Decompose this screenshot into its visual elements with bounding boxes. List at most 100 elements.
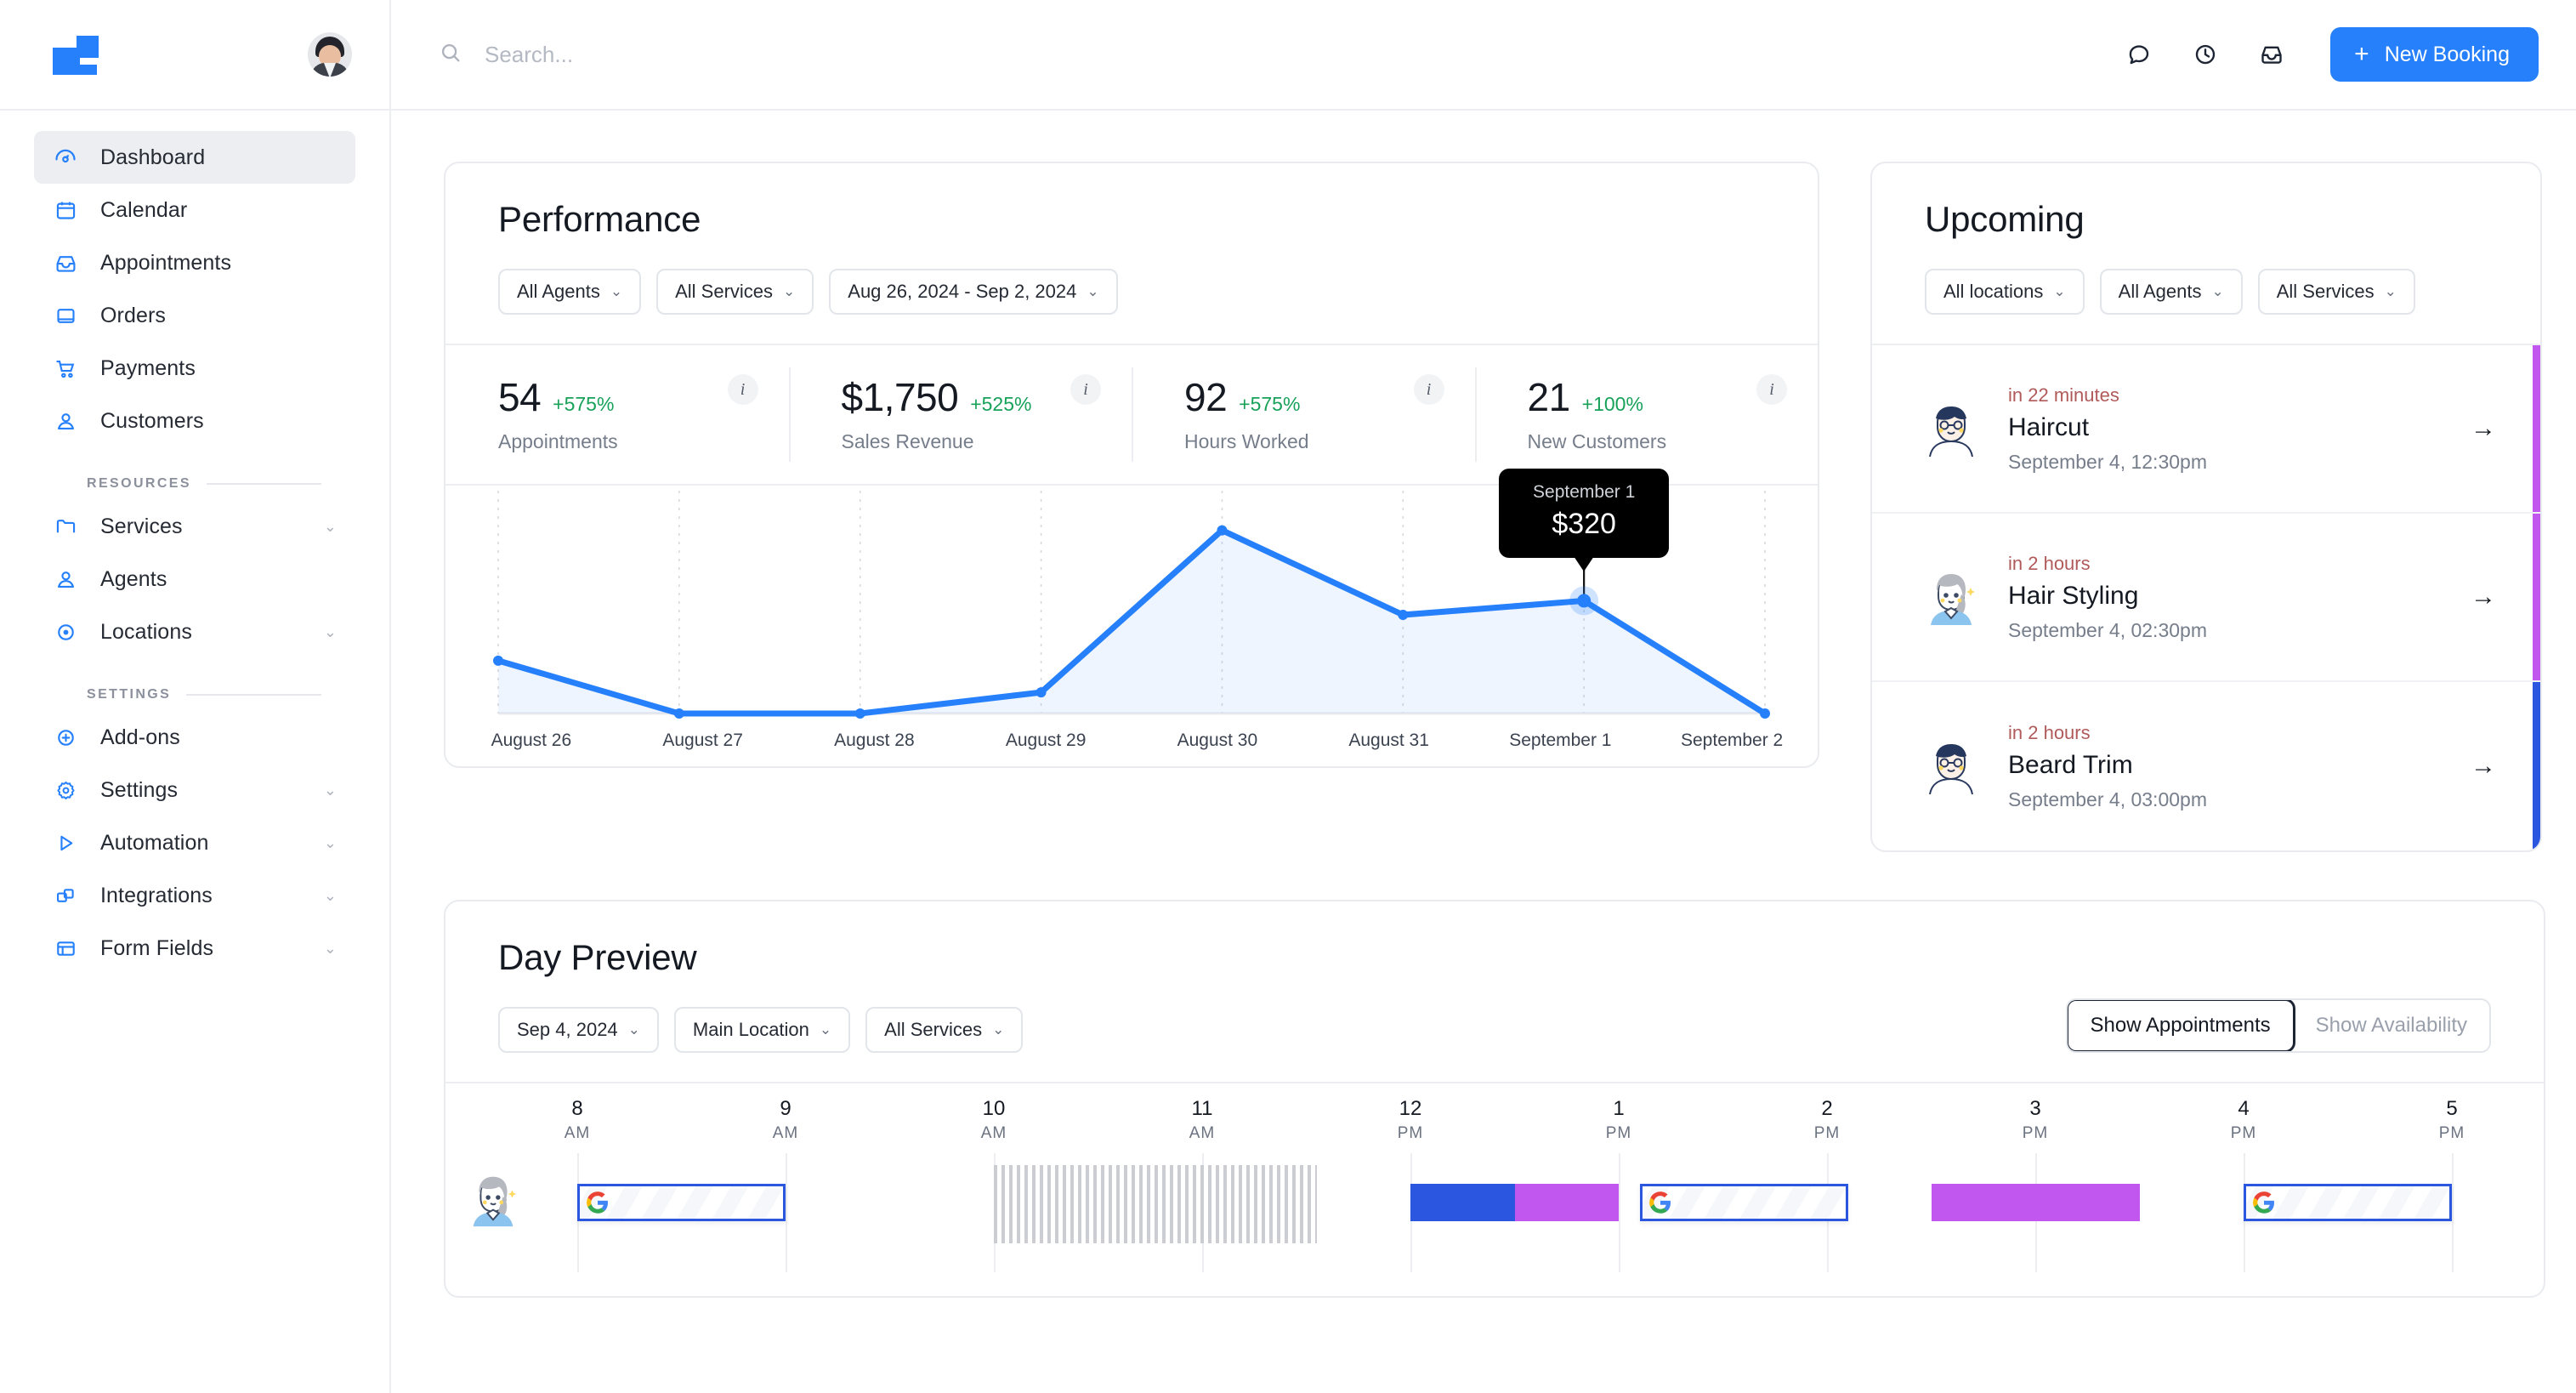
sidebar-item-orders[interactable]: Orders <box>34 289 355 342</box>
info-icon[interactable]: i <box>727 374 758 405</box>
appointment-block[interactable] <box>1410 1184 1515 1221</box>
x-tick-label: September 1 <box>1509 731 1612 750</box>
sidebar-item-agents[interactable]: Agents <box>34 553 355 606</box>
chevron-down-icon[interactable]: ⌄ <box>324 940 337 958</box>
page-title: Performance <box>498 199 701 239</box>
sidebar-item-dashboard[interactable]: Dashboard <box>34 131 355 184</box>
data-point <box>673 708 684 719</box>
arrow-right-icon[interactable]: → <box>2471 414 2496 443</box>
hour-label: 2 PM <box>1793 1097 1861 1143</box>
kpi-label: New Customers <box>1527 430 1667 452</box>
avatar <box>1920 735 1983 798</box>
inbox-icon[interactable] <box>2259 42 2284 67</box>
hour-label: 10 AM <box>960 1097 1028 1143</box>
sidebar-item-payments[interactable]: Payments <box>34 342 355 395</box>
new-booking-button[interactable]: + New Booking <box>2330 27 2539 82</box>
hour-meridiem: AM <box>772 1124 799 1142</box>
day-timeline[interactable]: 8 AM 9 AM 10 AM 11 AM 12 PM 1 PM 2 PM 3 PM 4 PM 5… <box>445 1082 2544 1296</box>
sidebar-item-services[interactable]: Services ⌄ <box>34 500 355 553</box>
hour-number: 12 <box>1399 1097 1422 1120</box>
hour-label: 4 PM <box>2210 1097 2278 1143</box>
status-strip <box>2533 345 2540 512</box>
filter-services[interactable]: All Services ⌄ <box>2257 269 2415 315</box>
list-item-text: in 2 hours Beard Trim September 4, 03:00… <box>2008 722 2445 811</box>
arrow-right-icon[interactable]: → <box>2471 752 2496 781</box>
sidebar-item-settings[interactable]: Settings ⌄ <box>34 764 355 816</box>
sidebar-item-calendar[interactable]: Calendar <box>34 184 355 236</box>
filter-date-range[interactable]: Aug 26, 2024 - Sep 2, 2024 ⌄ <box>829 269 1118 315</box>
x-tick-label: August 26 <box>491 731 572 750</box>
search-box[interactable] <box>425 41 2126 69</box>
integrations-icon <box>53 883 78 908</box>
filter-services[interactable]: All Services ⌄ <box>865 1007 1024 1053</box>
appointment-block[interactable] <box>1931 1184 2140 1221</box>
hour-number: 9 <box>780 1097 792 1120</box>
hour-number: 3 <box>2029 1097 2041 1120</box>
tab-show-appointments[interactable]: Show Appointments <box>2067 1000 2295 1051</box>
user-avatar[interactable] <box>308 32 352 77</box>
chevron-down-icon: ⌄ <box>627 1021 640 1038</box>
plus-circle-icon <box>53 725 78 750</box>
sidebar-item-appointments[interactable]: Appointments <box>34 236 355 289</box>
list-item-text: in 22 minutes Haircut September 4, 12:30… <box>2008 384 2445 474</box>
data-point <box>493 655 503 666</box>
sidebar-item-label: Calendar <box>100 197 188 222</box>
sidebar-item-label: Appointments <box>100 250 232 275</box>
filter-label: Main Location <box>692 1019 809 1040</box>
sidebar-item-form-fields[interactable]: Form Fields ⌄ <box>34 922 355 975</box>
gear-icon <box>53 777 78 803</box>
sidebar-item-locations[interactable]: Locations ⌄ <box>34 606 355 658</box>
filter-location[interactable]: Main Location ⌄ <box>673 1007 851 1053</box>
chevron-down-icon[interactable]: ⌄ <box>324 623 337 641</box>
google-icon <box>2253 1191 2274 1214</box>
google-calendar-event[interactable] <box>577 1184 786 1221</box>
filter-services[interactable]: All Services ⌄ <box>656 269 814 315</box>
sidebar-item-automation[interactable]: Automation ⌄ <box>34 816 355 869</box>
filter-date[interactable]: Sep 4, 2024 ⌄ <box>498 1007 659 1053</box>
day-preview-filters: Sep 4, 2024 ⌄ Main Location ⌄ All Servic… <box>498 1007 1024 1053</box>
chevron-down-icon[interactable]: ⌄ <box>324 782 337 799</box>
info-icon[interactable]: i <box>1070 374 1101 405</box>
chevron-down-icon: ⌄ <box>2211 283 2224 299</box>
sidebar-item-label: Settings <box>100 777 179 802</box>
filter-agents[interactable]: All Agents ⌄ <box>2099 269 2243 315</box>
sidebar-item-add-ons[interactable]: Add-ons <box>34 711 355 764</box>
appointment-block[interactable] <box>1514 1184 1619 1221</box>
filter-agents[interactable]: All Agents ⌄ <box>498 269 642 315</box>
hour-meridiem: PM <box>1813 1124 1841 1142</box>
google-icon <box>587 1191 608 1214</box>
performance-filters: All Agents ⌄ All Services ⌄ Aug 26, 2024… <box>498 269 1765 315</box>
service-name: Hair Styling <box>2008 581 2139 610</box>
sidebar-item-customers[interactable]: Customers <box>34 395 355 447</box>
info-icon[interactable]: i <box>1413 374 1444 405</box>
list-item[interactable]: in 2 hours Hair Styling September 4, 02:… <box>1872 514 2540 682</box>
filter-label: All Services <box>675 281 774 302</box>
clock-icon[interactable] <box>2193 42 2218 67</box>
relative-time: in 2 hours <box>2008 552 2091 574</box>
revenue-line-chart[interactable]: September 1 $320 August 26 August 27 Augus… <box>445 469 1818 766</box>
data-point <box>1577 594 1592 608</box>
chevron-down-icon[interactable]: ⌄ <box>324 887 337 905</box>
divider <box>206 483 321 485</box>
chevron-down-icon: ⌄ <box>783 283 796 299</box>
tab-show-availability[interactable]: Show Availability <box>2293 1000 2489 1051</box>
list-item[interactable]: in 22 minutes Haircut September 4, 12:30… <box>1872 345 2540 514</box>
chevron-down-icon[interactable]: ⌄ <box>324 834 337 852</box>
app-logo-icon[interactable] <box>44 34 99 75</box>
sidebar-section-resources: RESOURCES <box>87 476 321 492</box>
chart-tooltip: September 1 $320 <box>1499 469 1670 558</box>
sidebar-item-integrations[interactable]: Integrations ⌄ <box>34 869 355 922</box>
list-item[interactable]: in 2 hours Beard Trim September 4, 03:00… <box>1872 682 2540 850</box>
chevron-down-icon: ⌄ <box>2053 283 2066 299</box>
chevron-down-icon[interactable]: ⌄ <box>324 518 337 536</box>
kpi-hours-worked: 92 +575% Hours Worked i <box>1132 345 1475 484</box>
arrow-right-icon[interactable]: → <box>2471 583 2496 611</box>
filter-label: All Services <box>2276 281 2375 302</box>
search-input[interactable] <box>485 41 995 68</box>
google-calendar-event[interactable] <box>2244 1184 2452 1221</box>
x-tick-label: August 28 <box>834 731 915 750</box>
google-calendar-event[interactable] <box>1639 1184 1848 1221</box>
chat-icon[interactable] <box>2126 42 2152 67</box>
filter-locations[interactable]: All locations ⌄ <box>1925 269 2085 315</box>
info-icon[interactable]: i <box>1756 374 1787 405</box>
